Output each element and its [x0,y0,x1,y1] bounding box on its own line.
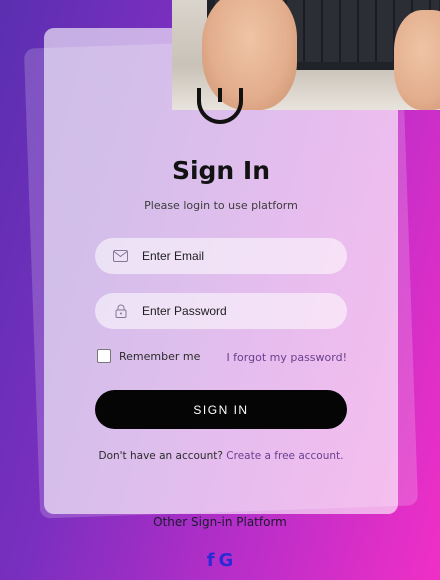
password-input[interactable] [140,303,324,319]
hand-image [394,10,440,110]
email-field[interactable] [95,238,347,274]
remember-checkbox[interactable] [97,349,111,363]
create-account-link[interactable]: Create a free account. [226,450,343,462]
remember-me[interactable]: Remember me [97,349,200,363]
google-icon[interactable]: G [219,550,234,571]
create-account-row: Don't have an account? Create a free acc… [44,450,398,462]
signin-button[interactable]: SIGN IN [95,390,347,429]
social-login-row: fG [0,550,440,571]
lock-icon [113,304,128,319]
forgot-password-link[interactable]: I forgot my password! [226,351,347,364]
password-field[interactable] [95,293,347,329]
other-signin-label: Other Sign-in Platform [153,515,287,529]
mail-icon [113,249,128,264]
no-account-text: Don't have an account? [98,450,223,462]
facebook-icon[interactable]: f [207,550,215,571]
email-input[interactable] [140,248,324,264]
page-title: Sign In [171,156,271,185]
remember-label: Remember me [119,349,201,363]
page-subtitle: Please login to use platform [144,199,298,212]
